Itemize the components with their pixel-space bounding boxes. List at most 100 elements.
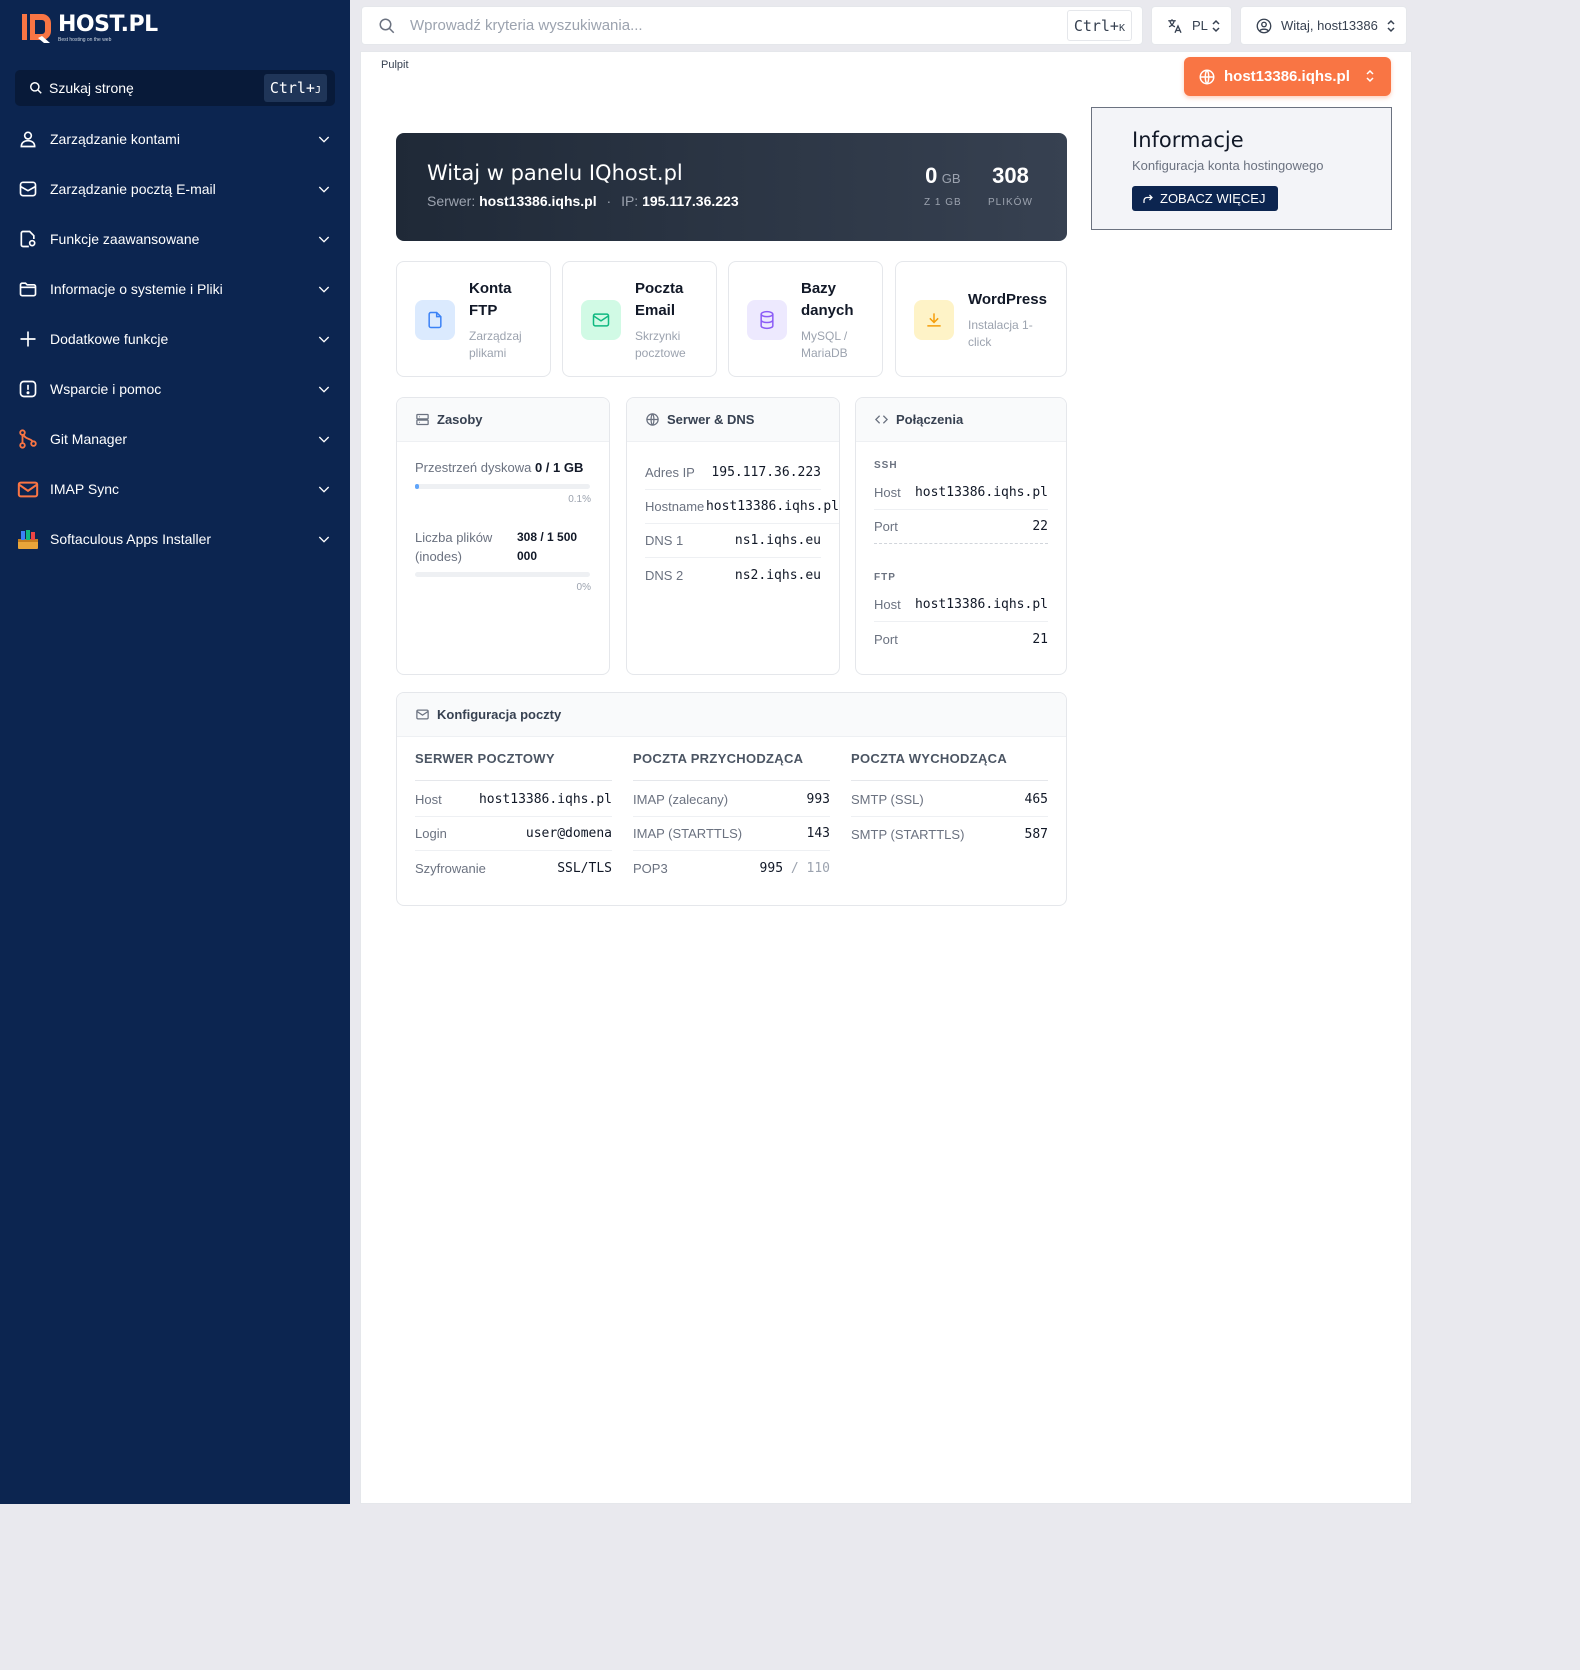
chevron-down-icon	[318, 286, 330, 293]
mail-config-header: Konfiguracja poczty	[397, 693, 1066, 737]
sidebar-item-label: Git Manager	[50, 431, 128, 447]
info-subtitle: Konfiguracja konta hostingowego	[1132, 158, 1324, 173]
code-icon	[874, 415, 889, 424]
user-menu[interactable]: Witaj, host13386	[1240, 6, 1407, 45]
files-progress-bar	[415, 572, 590, 577]
user-icon	[16, 127, 40, 151]
chevron-down-icon	[318, 536, 330, 543]
server-ip: 195.117.36.223	[642, 193, 739, 209]
folder-icon	[16, 277, 40, 301]
sidebar-search[interactable]: Szukaj stronę Ctrl+J	[15, 70, 335, 106]
host-select-button[interactable]: host13386.iqhs.pl	[1184, 57, 1391, 96]
global-search[interactable]: Wprowadź kryteria wyszukiwania... Ctrl+K	[361, 6, 1143, 45]
disk-progress-bar	[415, 484, 590, 489]
chevron-down-icon	[318, 336, 330, 343]
alert-icon	[16, 377, 40, 401]
host-select-label: host13386.iqhs.pl	[1224, 68, 1350, 85]
logo[interactable]: HOST.PL Best hosting on the web	[22, 12, 158, 44]
dns-row: DNS 1 ns1.iqhs.eu	[645, 524, 821, 558]
quick-card-databases[interactable]: Bazy danych MySQL / MariaDB	[728, 261, 883, 377]
resources-header: Zasoby	[397, 398, 609, 442]
mail-icon	[416, 709, 429, 720]
file-icon	[415, 300, 455, 340]
quick-card-email[interactable]: Poczta Email Skrzynki pocztowe	[562, 261, 717, 377]
quick-card-ftp[interactable]: Konta FTP Zarządzaj plikami	[396, 261, 551, 377]
chevron-down-icon	[318, 436, 330, 443]
mail-row: Host host13386.iqhs.pl	[415, 783, 612, 817]
sidebar-item-extra[interactable]: Dodatkowe funkcje	[0, 314, 350, 364]
info-card: Informacje Konfiguracja konta hostingowe…	[1091, 107, 1392, 230]
sidebar-item-accounts[interactable]: Zarządzanie kontami	[0, 114, 350, 164]
mail-config-panel: Konfiguracja poczty SERWER POCZTOWY Host…	[396, 692, 1067, 906]
dns-row: DNS 2 ns2.iqhs.eu	[645, 567, 821, 583]
mail-row: SMTP (SSL) 465	[851, 783, 1048, 817]
sidebar-item-imap-sync[interactable]: IMAP Sync	[0, 464, 350, 514]
dns-row: Hostname host13386.iqhs.pl	[645, 490, 839, 524]
chevron-down-icon	[318, 486, 330, 493]
softaculous-icon	[16, 527, 40, 551]
sidebar-search-label: Szukaj stronę	[49, 80, 134, 96]
sidebar-item-label: Zarządzanie pocztą E-mail	[50, 181, 216, 197]
welcome-title: Witaj w panelu IQhost.pl	[427, 161, 683, 185]
chevron-down-icon	[318, 136, 330, 143]
mail-row: Login user@domena	[415, 817, 612, 851]
ssh-section-label: SSH	[874, 460, 898, 471]
sidebar-item-mail[interactable]: Zarządzanie pocztą E-mail	[0, 164, 350, 214]
sidebar: HOST.PL Best hosting on the web Szukaj s…	[0, 0, 350, 1504]
chevron-down-icon	[318, 386, 330, 393]
search-icon	[30, 82, 42, 94]
column-header: POCZTA WYCHODZĄCA	[851, 751, 1048, 781]
database-icon	[747, 300, 787, 340]
server-icon	[416, 413, 429, 426]
column-header: SERWER POCZTOWY	[415, 751, 612, 781]
sidebar-item-label: Informacje o systemie i Pliki	[50, 281, 223, 297]
dns-header: Serwer & DNS	[627, 398, 839, 442]
globe-icon	[646, 413, 659, 426]
ftp-port-row: Port 21	[874, 631, 1048, 647]
sidebar-item-support[interactable]: Wsparcie i pomoc	[0, 364, 350, 414]
globe-icon	[1199, 69, 1215, 84]
disk-usage-stat: 0 GB Z 1 GB	[924, 163, 962, 208]
see-more-button[interactable]: ZOBACZ WIĘCEJ	[1132, 186, 1278, 211]
connections-panel: Połączenia SSH Host host13386.iqhs.pl Por…	[855, 397, 1067, 675]
mail-row: IMAP (STARTTLS) 143	[633, 817, 830, 851]
files-value: 308 / 1 500 000	[517, 530, 578, 563]
file-gear-icon	[16, 227, 40, 251]
redirect-icon	[1143, 194, 1153, 203]
sidebar-item-label: Wsparcie i pomoc	[50, 381, 162, 397]
sidebar-item-label: Zarządzanie kontami	[50, 131, 180, 147]
disk-percent: 0.1%	[568, 494, 591, 505]
sidebar-item-system-files[interactable]: Informacje o systemie i Pliki	[0, 264, 350, 314]
sidebar-item-label: Funkcje zaawansowane	[50, 231, 200, 247]
logo-mark-icon	[22, 12, 52, 44]
server-dns-panel: Serwer & DNS Adres IP 195.117.36.223 Host…	[626, 397, 840, 675]
mail-row: IMAP (zalecany) 993	[633, 783, 830, 817]
connections-header: Połączenia	[856, 398, 1066, 442]
ssh-port-row: Port 22	[874, 510, 1048, 544]
chevron-down-icon	[318, 236, 330, 243]
welcome-banner: Witaj w panelu IQhost.pl Serwer: host133…	[396, 133, 1067, 241]
updown-chevron-icon	[1387, 19, 1395, 33]
sidebar-item-softaculous[interactable]: Softaculous Apps Installer	[0, 514, 350, 564]
sidebar-search-shortcut: Ctrl+J	[263, 74, 327, 102]
info-title: Informacje	[1132, 128, 1244, 152]
sidebar-item-advanced[interactable]: Funkcje zaawansowane	[0, 214, 350, 264]
ftp-host-row: Host host13386.iqhs.pl	[874, 588, 1048, 622]
sidebar-item-label: Softaculous Apps Installer	[50, 531, 212, 547]
disk-space-label: Przestrzeń dyskowa 0 / 1 GB	[415, 460, 584, 475]
updown-chevron-icon	[1366, 69, 1374, 83]
user-circle-icon	[1256, 18, 1272, 33]
sidebar-nav: Zarządzanie kontami Zarządzanie pocztą E…	[0, 114, 350, 564]
quick-card-wordpress[interactable]: WordPress Instalacja 1- click	[895, 261, 1067, 377]
dns-row: Adres IP 195.117.36.223	[645, 456, 821, 490]
language-select[interactable]: PL	[1151, 6, 1232, 45]
column-header: POCZTA PRZYCHODZĄCA	[633, 751, 830, 781]
sidebar-item-git[interactable]: Git Manager	[0, 414, 350, 464]
breadcrumb[interactable]: Pulpit	[381, 59, 409, 71]
git-icon	[16, 427, 40, 451]
search-icon	[379, 18, 395, 33]
search-input[interactable]: Wprowadź kryteria wyszukiwania...	[410, 17, 643, 34]
files-count-stat: 308 PLIKÓW	[988, 163, 1033, 208]
ssh-host-row: Host host13386.iqhs.pl	[874, 476, 1048, 510]
logo-text: HOST.PL	[58, 11, 158, 37]
